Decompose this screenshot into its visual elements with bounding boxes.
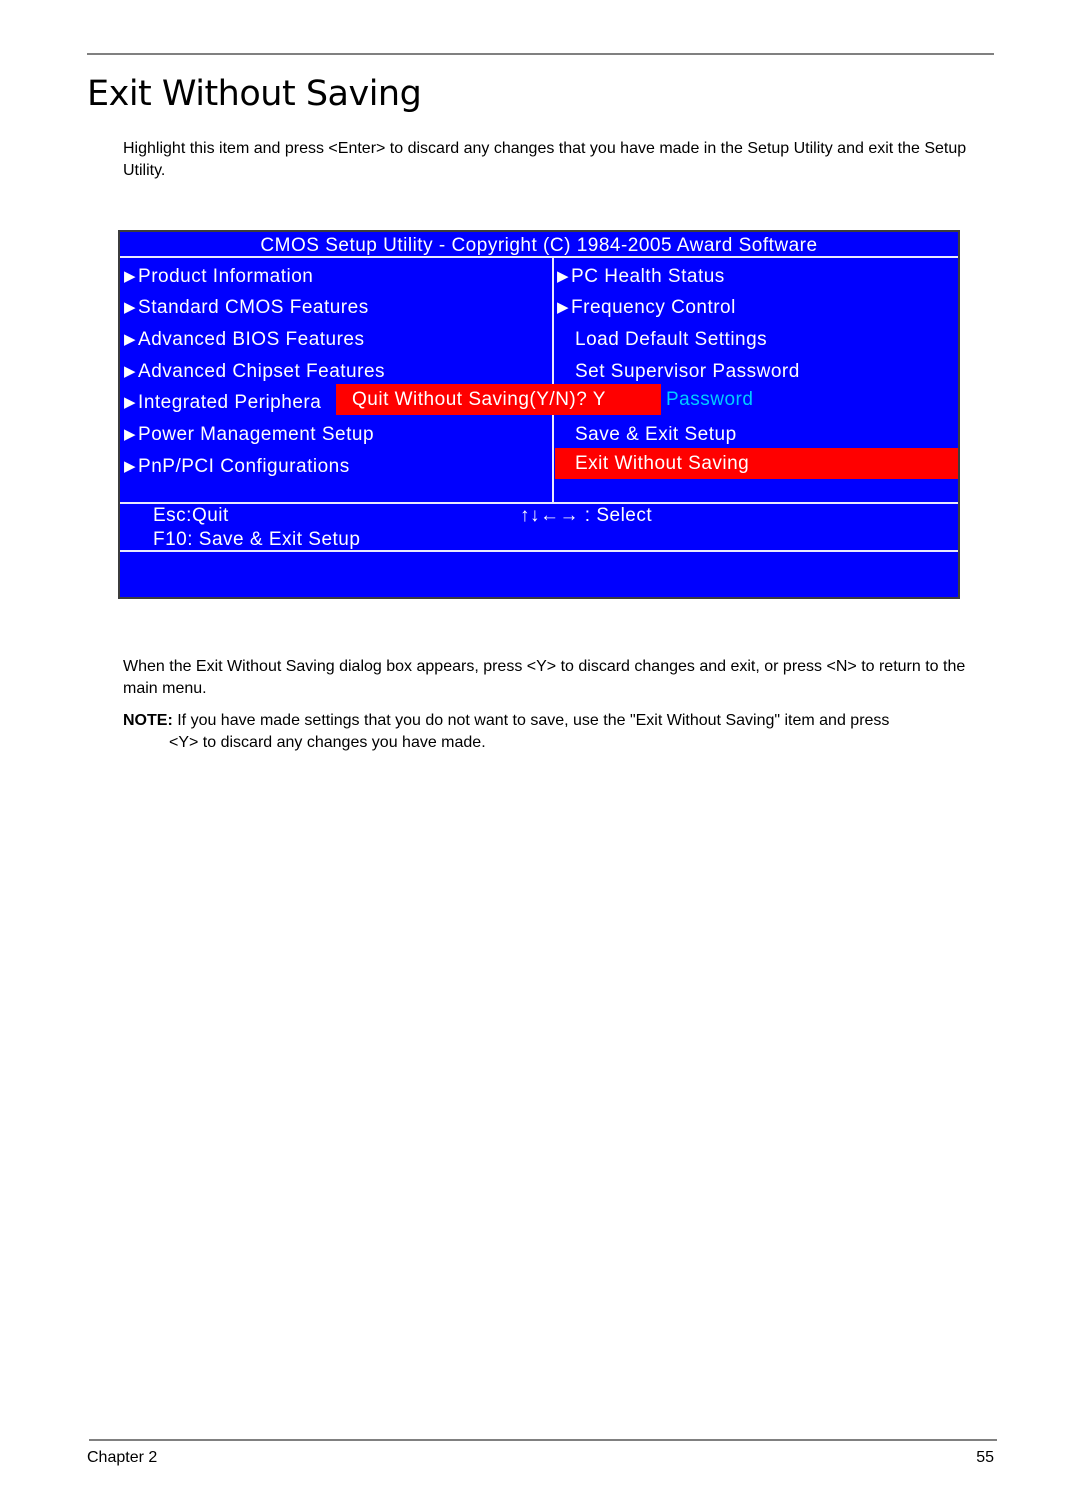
help-select-keys: ↑↓←→ : Select (520, 505, 653, 526)
bios-divider-help-bottom (120, 550, 958, 552)
dialog-description-paragraph: When the Exit Without Saving dialog box … (123, 658, 966, 697)
menu-item-pnp-pci-configurations[interactable]: ▶ PnP/PCI Configurations (124, 451, 350, 482)
menu-item-product-information[interactable]: ▶ Product Information (124, 261, 313, 292)
triangle-right-icon: ▶ (124, 299, 137, 316)
menu-item-save-exit-setup[interactable]: Save & Exit Setup (557, 419, 737, 450)
page-title: Exit Without Saving (87, 74, 422, 114)
header-rule (87, 53, 994, 55)
triangle-right-icon: ▶ (124, 458, 137, 475)
menu-item-advanced-chipset-features[interactable]: ▶ Advanced Chipset Features (124, 356, 385, 387)
menu-item-exit-without-saving[interactable]: Exit Without Saving (555, 448, 958, 479)
note-paragraph: NOTE: If you have made settings that you… (123, 710, 993, 754)
menu-item-power-management-setup[interactable]: ▶ Power Management Setup (124, 419, 374, 450)
menu-item-frequency-control[interactable]: ▶ Frequency Control (557, 292, 736, 323)
menu-item-pc-health-status[interactable]: ▶ PC Health Status (557, 261, 725, 292)
triangle-right-icon: ▶ (124, 394, 137, 411)
triangle-right-icon: ▶ (124, 268, 137, 285)
menu-item-integrated-peripherals[interactable]: ▶ Integrated Periphera (124, 387, 321, 418)
footer-rule (89, 1439, 997, 1441)
footer-chapter: Chapter 2 (87, 1449, 158, 1466)
menu-item-set-supervisor-password[interactable]: Set Supervisor Password (557, 356, 800, 387)
triangle-right-icon: ▶ (557, 299, 570, 316)
help-f10-save-exit: F10: Save & Exit Setup (153, 529, 361, 550)
menu-item-advanced-bios-features[interactable]: ▶ Advanced BIOS Features (124, 324, 365, 355)
menu-item-set-user-password[interactable]: Password (666, 384, 753, 415)
note-text: If you have made settings that you do no… (172, 712, 890, 729)
triangle-right-icon: ▶ (124, 363, 137, 380)
menu-item-standard-cmos-features[interactable]: ▶ Standard CMOS Features (124, 292, 369, 323)
triangle-right-icon: ▶ (124, 426, 137, 443)
intro-paragraph: Highlight this item and press <Enter> to… (123, 140, 967, 179)
note-text-continued: <Y> to discard any changes you have made… (169, 734, 486, 751)
triangle-right-icon: ▶ (124, 331, 137, 348)
bios-divider-top (120, 256, 958, 258)
footer-page-number: 55 (976, 1449, 994, 1466)
help-esc-quit: Esc:Quit (153, 505, 229, 526)
note-label: NOTE: (123, 712, 173, 729)
bios-divider-vertical (552, 258, 554, 504)
bios-title: CMOS Setup Utility - Copyright (C) 1984-… (260, 235, 818, 256)
menu-item-load-default-settings[interactable]: Load Default Settings (557, 324, 767, 355)
triangle-right-icon: ▶ (557, 268, 570, 285)
bios-screen: CMOS Setup Utility - Copyright (C) 1984-… (118, 230, 960, 599)
quit-confirm-dialog[interactable]: Quit Without Saving(Y/N)? Y (336, 384, 661, 415)
